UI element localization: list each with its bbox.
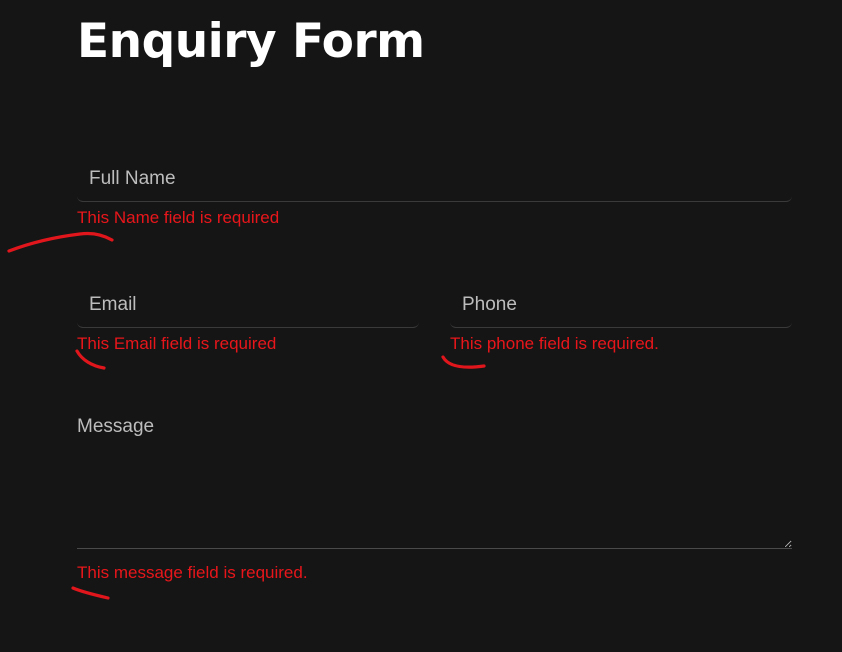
full-name-input[interactable] (77, 157, 792, 202)
email-input[interactable] (77, 283, 419, 328)
name-error-message: This Name field is required (77, 208, 280, 227)
name-annotation-stroke (7, 231, 114, 253)
email-error-message: This Email field is required (77, 334, 277, 353)
page-title: Enquiry Form (77, 14, 425, 69)
phone-error-message: This phone field is required. (450, 334, 659, 353)
message-annotation-stroke (71, 586, 110, 600)
phone-input[interactable] (450, 283, 792, 328)
message-error-message: This message field is required. (77, 563, 308, 582)
phone-annotation-stroke (441, 355, 486, 369)
enquiry-form-page: Enquiry Form This Name field is required… (0, 0, 842, 652)
message-textarea[interactable] (77, 410, 792, 549)
